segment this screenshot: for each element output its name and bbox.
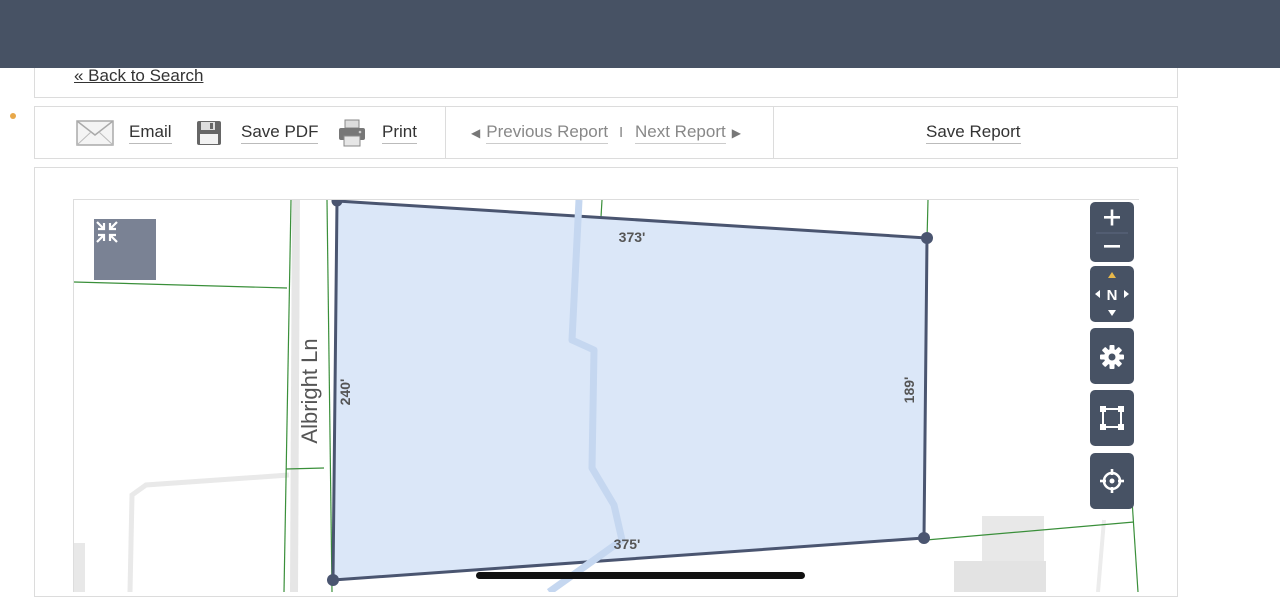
next-report-link[interactable]: Next Report ▶	[635, 107, 741, 158]
compass-control[interactable]: N	[1090, 266, 1134, 322]
dimension-left: 240'	[337, 379, 353, 406]
envelope-icon	[76, 119, 114, 146]
building-footprint	[74, 543, 85, 592]
gear-icon	[1100, 345, 1124, 369]
select-area-button[interactable]	[1090, 390, 1134, 446]
save-pdf-label: Save PDF	[241, 122, 319, 144]
toolbar-divider	[445, 107, 446, 158]
settings-button[interactable]	[1090, 328, 1134, 384]
driveway	[127, 472, 290, 592]
save-report-button[interactable]: Save Report	[926, 107, 1021, 158]
zoom-icons	[1096, 209, 1128, 248]
parcel-map[interactable]: 373' 375' 240' 189' Albright Ln N	[73, 199, 1139, 592]
locate-crosshair-icon	[1100, 469, 1124, 493]
print-label: Print	[382, 122, 417, 144]
top-header-bar	[0, 0, 1280, 68]
collapse-map-button[interactable]	[94, 219, 156, 280]
building-footprint	[982, 516, 1044, 561]
save-pdf-button[interactable]: Save PDF	[196, 107, 319, 158]
report-toolbar: Email Save PDF Print ◀ Previous Report I…	[34, 106, 1178, 159]
toolbar-divider	[773, 107, 774, 158]
back-nav-panel: « Back to Search	[34, 66, 1178, 98]
dimension-top: 373'	[619, 229, 646, 245]
zoom-in-icon[interactable]	[1104, 209, 1120, 226]
building-footprint	[954, 561, 1046, 592]
email-label: Email	[129, 122, 172, 144]
caret-right-icon: ▶	[731, 125, 741, 140]
home-indicator	[476, 572, 805, 579]
report-nav-separator: I	[619, 124, 624, 141]
back-to-search-link[interactable]: « Back to Search	[74, 66, 203, 86]
previous-report-link[interactable]: ◀ Previous Report	[471, 107, 609, 158]
parcel-vertex[interactable]	[921, 232, 933, 244]
previous-report-label: Previous Report	[486, 122, 609, 144]
zoom-out-icon[interactable]	[1104, 245, 1120, 248]
compass-north-icon: N	[1095, 272, 1129, 316]
floppy-disk-icon	[197, 120, 221, 145]
locate-button[interactable]	[1090, 453, 1134, 509]
print-button[interactable]: Print	[338, 107, 417, 158]
road	[290, 200, 300, 592]
dimension-right: 189'	[901, 377, 917, 404]
compass-label: N	[1107, 287, 1118, 304]
map-canvas: 373' 375' 240' 189' Albright Ln	[74, 200, 1139, 592]
caret-left-icon: ◀	[471, 125, 481, 140]
dimension-bottom: 375'	[614, 536, 641, 552]
indicator-dot	[10, 113, 16, 119]
road	[1096, 519, 1106, 592]
email-button[interactable]: Email	[76, 107, 172, 158]
printer-icon	[339, 119, 365, 146]
collapse-icon	[96, 221, 118, 243]
parcel-vertex[interactable]	[918, 532, 930, 544]
street-label: Albright Ln	[297, 338, 322, 443]
parcel-vertex[interactable]	[327, 574, 339, 586]
select-box-icon	[1100, 406, 1124, 430]
next-report-label: Next Report	[635, 122, 726, 144]
selected-parcel[interactable]	[331, 200, 929, 582]
zoom-control	[1090, 202, 1134, 262]
save-report-label: Save Report	[926, 122, 1021, 144]
